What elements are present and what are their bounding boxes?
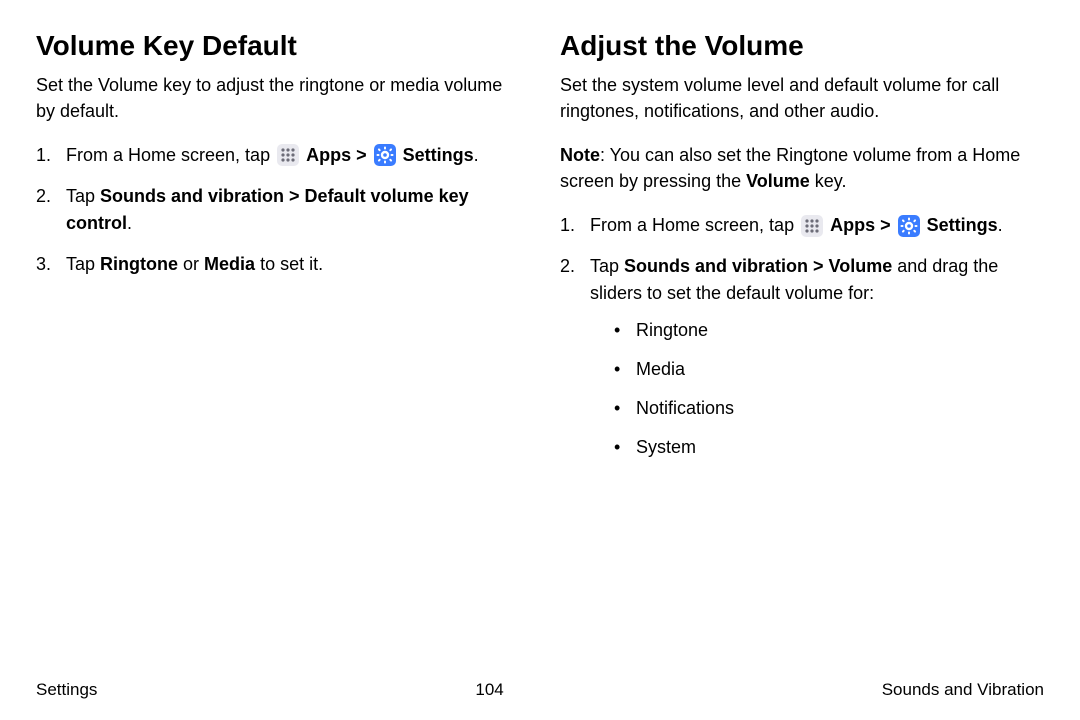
settings-label: Settings <box>403 145 474 165</box>
footer-left: Settings <box>36 680 97 700</box>
note-label: Note <box>560 145 600 165</box>
step-text: to set it. <box>255 254 323 274</box>
step-text: Tap <box>66 254 100 274</box>
apps-icon <box>801 215 823 237</box>
settings-icon <box>374 144 396 166</box>
page-footer: Settings 104 Sounds and Vibration <box>36 680 1044 700</box>
intro-right: Set the system volume level and default … <box>560 72 1044 124</box>
step-text: or <box>178 254 204 274</box>
bullet-ringtone: Ringtone <box>614 317 1044 344</box>
step-1-left: From a Home screen, tap Apps > Settings. <box>36 142 520 169</box>
bullet-system: System <box>614 434 1044 461</box>
steps-right: From a Home screen, tap Apps > Settings.… <box>560 212 1044 461</box>
apps-label: Apps <box>830 215 875 235</box>
settings-label: Settings <box>927 215 998 235</box>
period: . <box>998 215 1003 235</box>
settings-icon <box>898 215 920 237</box>
step-text: Tap <box>590 256 624 276</box>
step-text: From a Home screen, tap <box>66 145 275 165</box>
volume-bullets: Ringtone Media Notifications System <box>590 317 1044 461</box>
ringtone-bold: Ringtone <box>100 254 178 274</box>
step-2-right: Tap Sounds and vibration > Volume and dr… <box>560 253 1044 461</box>
apps-icon <box>277 144 299 166</box>
separator: > <box>351 145 372 165</box>
left-column: Volume Key Default Set the Volume key to… <box>36 30 520 475</box>
apps-label: Apps <box>306 145 351 165</box>
footer-page-number: 104 <box>475 680 503 700</box>
separator: > <box>875 215 896 235</box>
note-right: Note: You can also set the Ringtone volu… <box>560 142 1044 194</box>
step-3-left: Tap Ringtone or Media to set it. <box>36 251 520 278</box>
note-text: key. <box>810 171 847 191</box>
right-column: Adjust the Volume Set the system volume … <box>560 30 1044 475</box>
step-text: Tap <box>66 186 100 206</box>
media-bold: Media <box>204 254 255 274</box>
period: . <box>474 145 479 165</box>
period: . <box>127 213 132 233</box>
volume-bold: Volume <box>746 171 810 191</box>
step-text: From a Home screen, tap <box>590 215 799 235</box>
bullet-media: Media <box>614 356 1044 383</box>
heading-adjust-volume: Adjust the Volume <box>560 30 1044 62</box>
step-2-left: Tap Sounds and vibration > Default volum… <box>36 183 520 237</box>
footer-right: Sounds and Vibration <box>882 680 1044 700</box>
heading-volume-key-default: Volume Key Default <box>36 30 520 62</box>
step-1-right: From a Home screen, tap Apps > Settings. <box>560 212 1044 239</box>
steps-left: From a Home screen, tap Apps > Settings.… <box>36 142 520 278</box>
bullet-notifications: Notifications <box>614 395 1044 422</box>
step-bold: Sounds and vibration > Volume <box>624 256 892 276</box>
intro-left: Set the Volume key to adjust the rington… <box>36 72 520 124</box>
